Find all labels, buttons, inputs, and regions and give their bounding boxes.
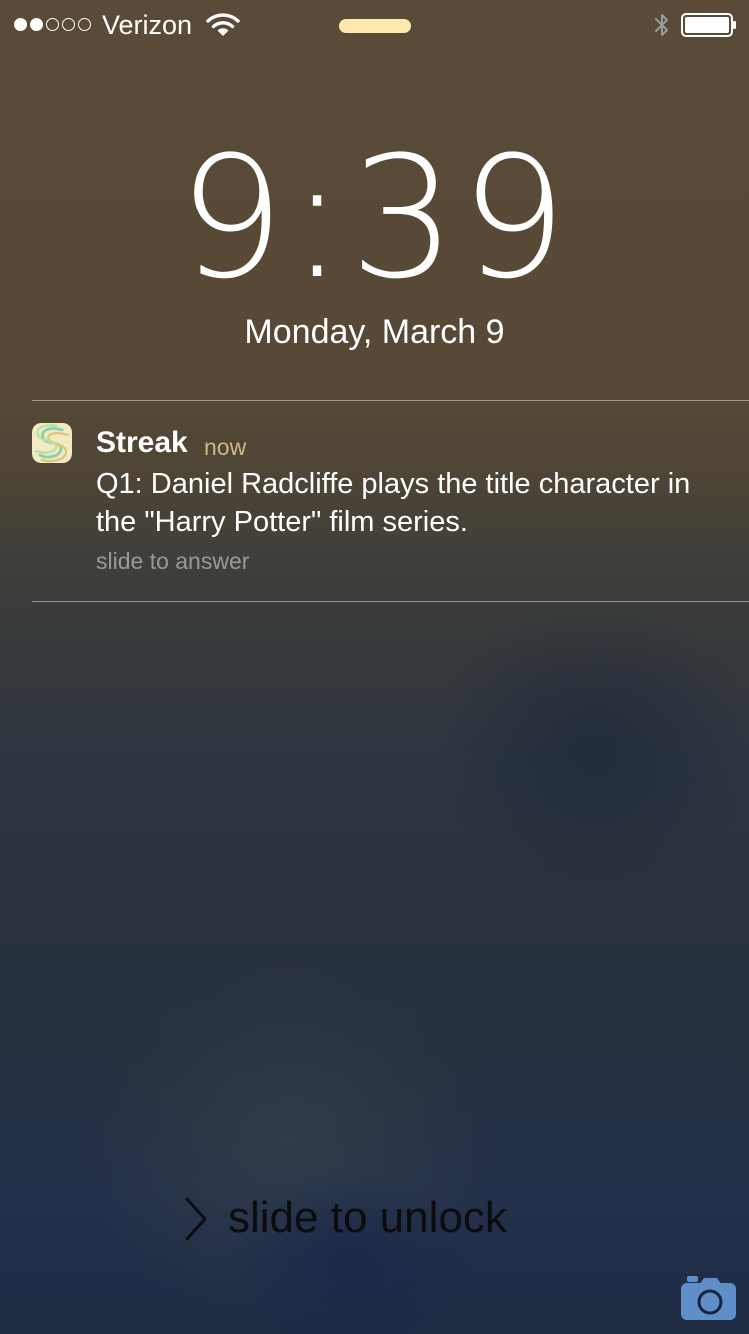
status-bar: Verizon xyxy=(0,0,749,50)
camera-icon[interactable] xyxy=(680,1275,737,1321)
notification-divider xyxy=(32,400,749,401)
bluetooth-icon xyxy=(655,14,668,36)
streak-app-icon xyxy=(32,423,72,463)
signal-dot xyxy=(62,18,75,31)
wallpaper-shade xyxy=(430,600,749,900)
notification-divider xyxy=(32,601,749,602)
notification-action-hint: slide to answer xyxy=(96,548,250,574)
signal-dot xyxy=(30,18,43,31)
notification-app-name: Streak xyxy=(96,426,188,459)
signal-dot xyxy=(78,18,91,31)
signal-dot xyxy=(46,18,59,31)
signal-strength-indicator xyxy=(14,16,91,33)
carrier-name: Verizon xyxy=(102,10,193,40)
call-indicator-pill xyxy=(339,19,411,33)
lock-screen-date: Monday, March 9 xyxy=(244,313,505,351)
lock-screen-clock: 9:39 xyxy=(177,120,572,316)
chevron-right-icon xyxy=(185,1197,207,1241)
battery-icon xyxy=(681,13,736,37)
signal-dot xyxy=(14,18,27,31)
wifi-icon xyxy=(206,13,240,36)
notification-timestamp: now xyxy=(204,434,247,460)
slide-to-unlock-label: slide to unlock xyxy=(228,1193,507,1242)
notification-message: Q1: Daniel Radcliffe plays the title cha… xyxy=(96,468,691,538)
